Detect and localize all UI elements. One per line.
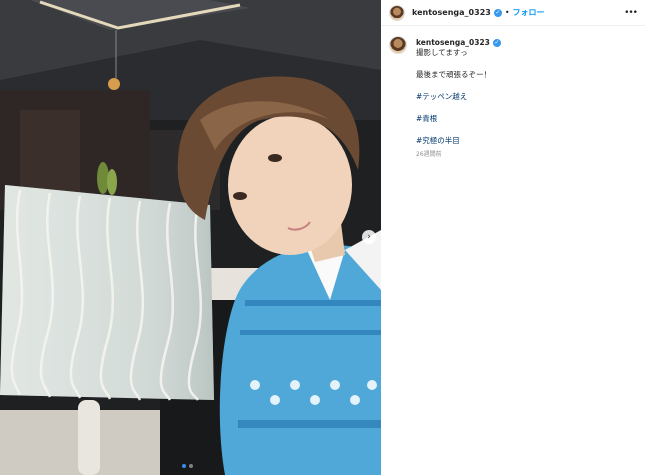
hashtag-link[interactable]: #テッペン越え xyxy=(416,91,501,102)
hashtag-link[interactable]: #究極の半目 xyxy=(416,135,501,146)
post-timestamp[interactable]: 26週間前 xyxy=(416,149,501,158)
header-username[interactable]: kentosenga_0323 xyxy=(412,8,491,17)
caption-username[interactable]: kentosenga_0323 xyxy=(416,38,490,47)
caption-line: 撮影してますっ xyxy=(416,48,468,57)
carousel-dot xyxy=(182,464,186,468)
avatar[interactable] xyxy=(389,4,405,21)
chevron-right-icon: › xyxy=(367,231,371,242)
carousel-next-button[interactable]: › xyxy=(362,230,376,244)
post-caption: kentosenga_0323 ✓ 撮影してますっ 最後まで頑張るぞー！ #テッ… xyxy=(381,26,645,158)
more-horizontal-icon[interactable]: ••• xyxy=(624,8,638,18)
header-separator: • xyxy=(504,8,510,17)
hashtag-link[interactable]: #青根 xyxy=(416,113,501,124)
verified-badge-icon: ✓ xyxy=(493,8,502,17)
photo-image xyxy=(0,0,381,475)
caption-avatar[interactable] xyxy=(389,36,407,54)
post-photo[interactable]: › xyxy=(0,0,381,475)
follow-button[interactable]: フォロー xyxy=(513,7,545,18)
carousel-indicator xyxy=(182,464,193,468)
verified-badge-icon: ✓ xyxy=(492,38,501,47)
carousel-dot xyxy=(189,464,193,468)
post-panel: kentosenga_0323 ✓ • フォロー ••• kentosenga_… xyxy=(381,0,645,475)
caption-line: 最後まで頑張るぞー！ xyxy=(416,70,491,79)
post-header: kentosenga_0323 ✓ • フォロー ••• xyxy=(381,0,645,26)
